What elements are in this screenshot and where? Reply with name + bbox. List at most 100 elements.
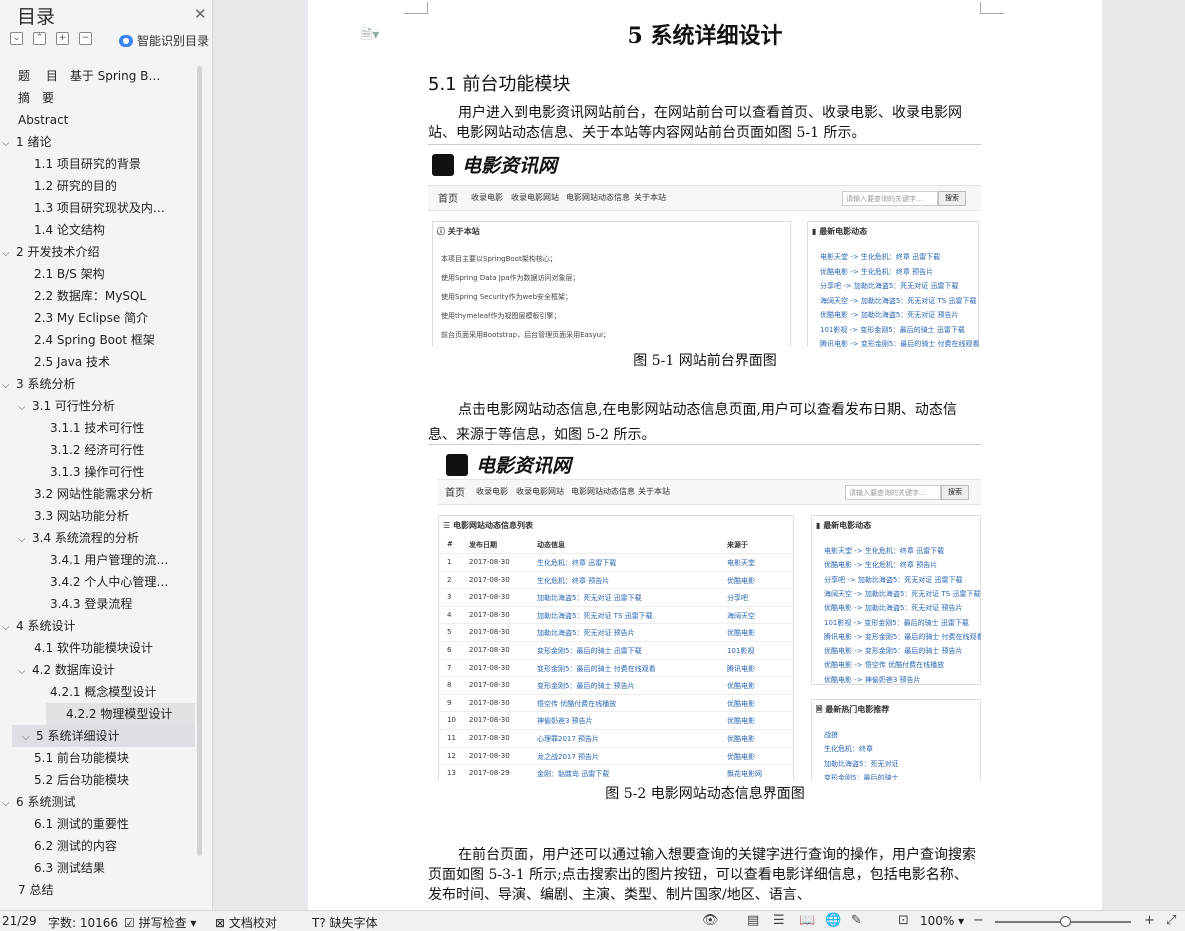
page-view-icon[interactable]: ▤ (747, 913, 759, 928)
table-cell: 2017-08-30 (469, 734, 510, 742)
toc-item[interactable]: 2.5 Java 技术 (0, 351, 195, 373)
nav-item: 首页 (438, 194, 458, 205)
nav-item: 首页 (445, 488, 465, 499)
table-cell: 腾讯电影 (727, 664, 755, 673)
toc-item-label: 5.1 前台功能模块 (34, 751, 129, 765)
table-cell: 2017-08-30 (469, 716, 510, 725)
chevron-down-icon[interactable]: ⌵ (2, 243, 16, 263)
toc-item[interactable]: ⌵ 1 绪论 (0, 131, 195, 153)
read-view-icon[interactable]: 📖 (799, 913, 815, 928)
add-icon[interactable]: + (56, 32, 69, 45)
chevron-down-icon[interactable]: ⌵ (2, 133, 16, 153)
toc-item[interactable]: ⌵ 3.1 可行性分析 (0, 395, 195, 417)
table-cell: 2017-08-30 (469, 698, 510, 707)
toc-item[interactable]: 6.2 测试的内容 (0, 835, 195, 857)
chevron-down-icon[interactable]: ⌵ (2, 793, 16, 813)
toc-item[interactable]: ⌵ 2 开发技术介绍 (0, 241, 195, 263)
minus-icon[interactable]: − (79, 32, 92, 45)
fullscreen-icon[interactable]: ⤢ (1166, 913, 1176, 928)
toc-item[interactable]: 1.1 项目研究的背景 (0, 153, 195, 175)
toc-item[interactable]: 3.4.3 登录流程 (0, 593, 195, 615)
zoom-in-icon[interactable]: + (1144, 913, 1155, 928)
chevron-down-icon[interactable]: ⌵ (22, 727, 36, 747)
zoom-level[interactable]: 100% ▾ (920, 914, 964, 928)
nav-item: 收录电影网站 (511, 193, 559, 202)
toc-item[interactable]: 3.1.2 经济可行性 (0, 439, 195, 461)
table-cell: 加勒比海盗5：死无对证 预告片 (537, 629, 635, 638)
toc-item[interactable]: 摘 要 (0, 87, 195, 109)
table-cell: 飘花电影网 (727, 770, 762, 779)
toc-item[interactable]: 1.2 研究的目的 (0, 175, 195, 197)
toc-item[interactable]: 3.4.1 用户管理的流… (0, 549, 195, 571)
toc-item[interactable]: 5.1 前台功能模块 (0, 747, 195, 769)
word-count[interactable]: 字数: 10166 (48, 914, 118, 931)
toc-item[interactable]: 4.2.2 物理模型设计 (46, 703, 195, 725)
table-cell: 2017-08-30 (469, 751, 510, 760)
expand-down-icon[interactable]: ⌄ (10, 32, 23, 45)
toc-item[interactable]: 3.1.3 操作可行性 (0, 461, 195, 483)
nav-item: 关于本站 (638, 487, 670, 496)
paragraph: 用户进入到电影资讯网站前台，在网站前台可以查看首页、收录电影、收录电影网站、电影… (428, 105, 962, 141)
toc-item[interactable]: ⌵ 3 系统分析 (0, 373, 195, 395)
table-cell: 11 (447, 734, 456, 742)
news-link: 加勒比海盗5：死无对证 (824, 759, 899, 768)
toc-item[interactable]: 3.4.2 个人中心管理… (0, 571, 195, 593)
sidebar-title: 目录 (17, 6, 56, 28)
collapse-up-icon[interactable]: ⌃ (33, 32, 46, 45)
web-view-icon[interactable]: 🌐 (825, 913, 841, 928)
zoom-slider-handle[interactable] (1060, 916, 1071, 927)
document-page: 🗎▾ 5 系统详细设计 5.1 前台功能模块 用户进入到电影资讯网站前台，在网站… (308, 0, 1102, 910)
toc-item[interactable]: 2.1 B/S 架构 (0, 263, 195, 285)
fit-page-icon[interactable]: ⊡ (898, 913, 909, 928)
table-row: 4 2017-08-30 加勒比海盗5：死无对证 TS 迅雷下载 海阔天空 (439, 607, 793, 625)
toc-item[interactable]: ⌵ 6 系统测试 (0, 791, 195, 813)
page-indicator[interactable]: 21/29 (2, 914, 37, 928)
close-icon[interactable]: ✕ (194, 5, 207, 23)
toc-item[interactable]: 2.4 Spring Boot 框架 (0, 329, 195, 351)
eye-icon[interactable]: 👁 (702, 913, 719, 928)
toc-item[interactable]: 6.3 测试结果 (0, 857, 195, 879)
chevron-down-icon[interactable]: ⌵ (18, 397, 32, 417)
toc-item[interactable]: 1.3 项目研究现状及内… (0, 197, 195, 219)
table-row: 6 2017-08-30 变形金刚5：最后的骑士 迅雷下载 101影视 (439, 642, 793, 660)
page-scrollbar[interactable] (1175, 0, 1185, 910)
toc-item[interactable]: 4.1 软件功能模块设计 (0, 637, 195, 659)
proofread-button[interactable]: ⊠ 文档校对 (215, 914, 277, 931)
pen-icon[interactable]: ✎ (851, 913, 862, 928)
toc-item-label: 5 系统详细设计 (36, 729, 120, 743)
news-link: 优酷电影 -> 加勒比海盗5：死无对证 预告片 (824, 604, 963, 613)
toc-item-label: 2.4 Spring Boot 框架 (34, 333, 155, 347)
zoom-out-icon[interactable]: − (973, 913, 984, 928)
outline-view-icon[interactable]: ☰ (773, 913, 785, 928)
news-panel: ▮ 最新电影动态 电影天堂 -> 生化危机：终章 迅雷下载 优酷电影 -> 生化危… (811, 515, 981, 685)
toc-item[interactable]: 2.3 My Eclipse 简介 (0, 307, 195, 329)
toc-item[interactable]: 4.2.1 概念模型设计 (0, 681, 195, 703)
chevron-down-icon[interactable]: ⌵ (18, 661, 32, 681)
toc-item[interactable]: 5.2 后台功能模块 (0, 769, 195, 791)
toc-item[interactable]: 2.2 数据库：MySQL (0, 285, 195, 307)
toc-item[interactable]: ⌵ 4.2 数据库设计 (0, 659, 195, 681)
toc-item[interactable]: 1.4 论文结构 (0, 219, 195, 241)
chevron-down-icon[interactable]: ⌵ (18, 529, 32, 549)
toc-item[interactable]: ⌵ 3.4 系统流程的分析 (0, 527, 195, 549)
chevron-down-icon[interactable]: ⌵ (2, 617, 16, 637)
toc-item[interactable]: ⌵ 4 系统设计 (0, 615, 195, 637)
toc-item-label: 4.2.2 物理模型设计 (66, 707, 173, 721)
ai-icon: ● (119, 34, 133, 47)
toc-item[interactable]: Abstract (0, 109, 195, 131)
table-cell: 2017-08-30 (469, 628, 510, 637)
spell-check-button[interactable]: ☑ 拼写检查 ▾ (124, 914, 196, 931)
missing-font-button[interactable]: T? 缺失字体 (312, 914, 378, 931)
sidebar-scrollbar[interactable] (197, 66, 202, 856)
toc-item[interactable]: 3.1.1 技术可行性 (0, 417, 195, 439)
chevron-down-icon[interactable]: ⌵ (2, 375, 16, 395)
status-bar: 21/29 字数: 10166 ☑ 拼写检查 ▾ ⊠ 文档校对 T? 缺失字体 … (0, 910, 1185, 931)
toc-item[interactable]: 3.2 网站性能需求分析 (0, 483, 195, 505)
table-cell: 优酷电影 (727, 735, 755, 743)
toc-item[interactable]: 7 总结 (0, 879, 195, 901)
smart-toc-button[interactable]: ● 智能识别目录 (119, 32, 209, 49)
toc-item[interactable]: 6.1 测试的重要性 (0, 813, 195, 835)
toc-item[interactable]: 题 目 基于 Spring B… (0, 65, 195, 87)
toc-item[interactable]: 3.3 网站功能分析 (0, 505, 195, 527)
toc-item[interactable]: ⌵ 5 系统详细设计 (12, 725, 195, 747)
